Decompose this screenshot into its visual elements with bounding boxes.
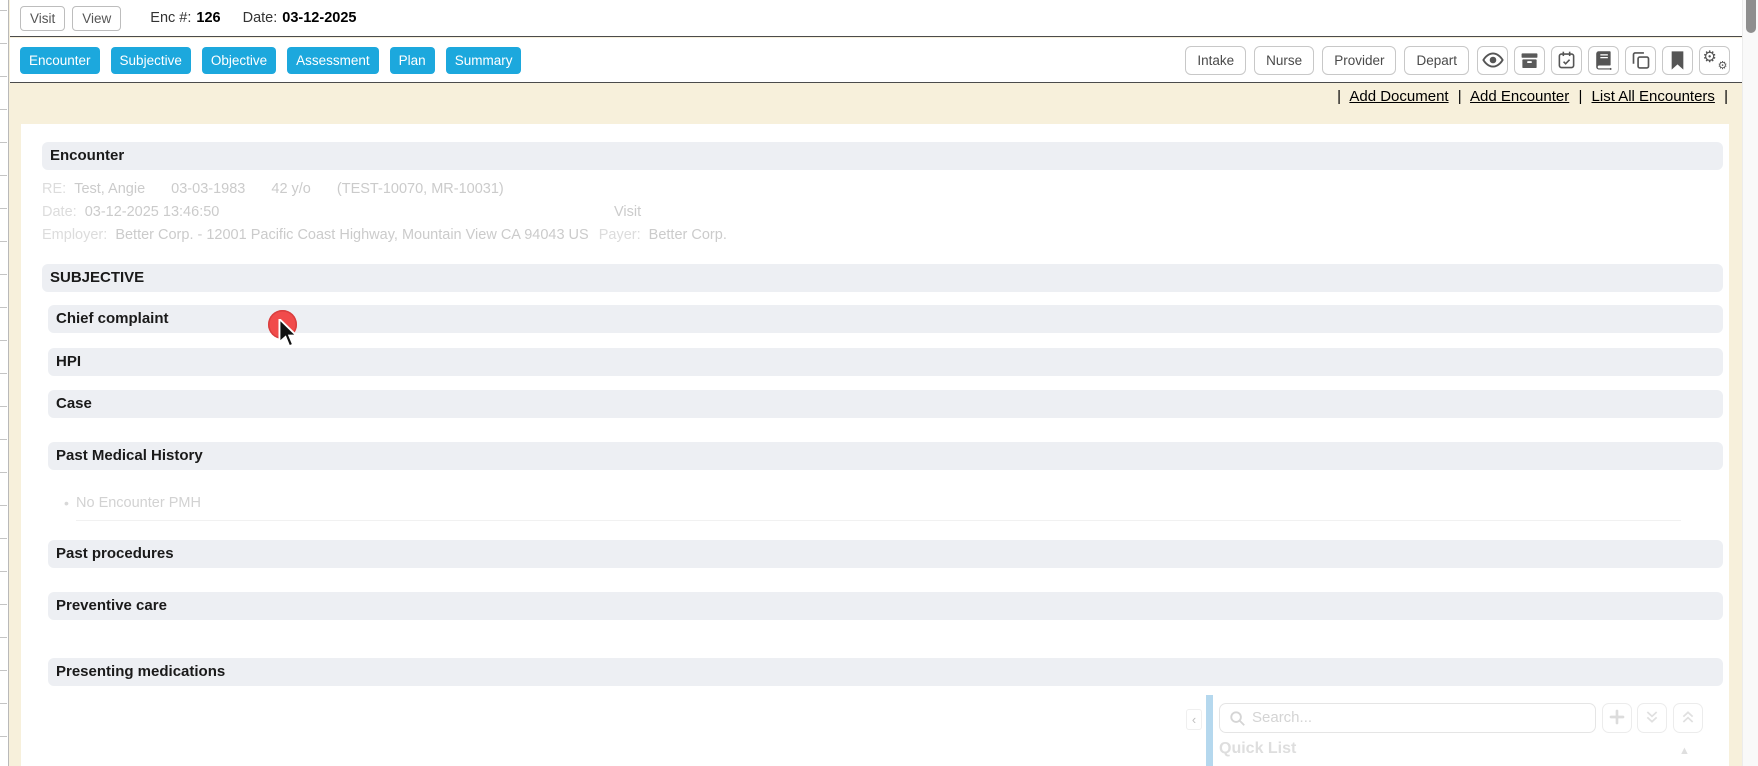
encounter-number: Enc #: 126	[150, 10, 220, 26]
link-separator: |	[1578, 88, 1582, 105]
section-presenting-medications[interactable]: Presenting medications	[48, 658, 1723, 686]
pmh-list-bullet: •	[64, 495, 69, 511]
pmh-list-item: No Encounter PMH	[76, 495, 201, 511]
section-subjective-header[interactable]: SUBJECTIVE	[42, 264, 1723, 292]
quick-list-search-box	[1219, 703, 1596, 733]
enc-number-label: Enc #:	[150, 10, 191, 26]
enc-date-label: Date:	[243, 10, 278, 26]
quick-list-collapse-all-button[interactable]	[1673, 703, 1703, 733]
quick-panel-collapse-button[interactable]: ‹	[1186, 709, 1202, 730]
link-separator: |	[1458, 88, 1462, 105]
quick-list-expand-all-button[interactable]	[1637, 703, 1667, 733]
patient-dob: 03-03-1983	[171, 181, 245, 197]
encounter-form-panel: Encounter RE: Test, Angie 03-03-1983 42 …	[21, 124, 1729, 766]
intake-button[interactable]: Intake	[1185, 46, 1246, 75]
nav-summary-button[interactable]: Summary	[446, 47, 522, 74]
section-preventive-care[interactable]: Preventive care	[48, 592, 1723, 620]
book-icon	[1594, 50, 1613, 70]
encounter-toolbar: Encounter Subjective Objective Assessmen…	[10, 38, 1742, 83]
angle-double-down-icon	[1644, 709, 1660, 728]
background-table-edge	[0, 0, 9, 766]
eye-icon	[1482, 51, 1504, 69]
section-past-procedures[interactable]: Past procedures	[48, 540, 1723, 568]
link-separator: |	[1724, 88, 1728, 105]
link-separator: |	[1337, 88, 1341, 105]
employer-payer-line: Employer: Better Corp. - 12001 Pacific C…	[42, 227, 727, 243]
re-label: RE:	[42, 181, 66, 197]
patient-ids: (TEST-10070, MR-10031)	[337, 181, 504, 197]
search-icon	[1229, 710, 1246, 732]
nurse-button[interactable]: Nurse	[1254, 46, 1314, 75]
add-encounter-link[interactable]: Add Encounter	[1470, 88, 1569, 105]
nav-objective-button[interactable]: Objective	[202, 47, 276, 74]
quick-list-caret-icon[interactable]: ▲	[1679, 745, 1690, 757]
page-scrollbar-track[interactable]	[1742, 0, 1758, 766]
payer-label: Payer:	[599, 227, 641, 243]
archive-icon	[1520, 51, 1539, 70]
visit-tab-button[interactable]: Visit	[20, 6, 65, 31]
mouse-cursor-icon	[278, 319, 300, 354]
quick-list-title: Quick List	[1219, 740, 1296, 758]
preview-button[interactable]	[1477, 46, 1508, 75]
nav-plan-button[interactable]: Plan	[390, 47, 435, 74]
employer-value: Better Corp. - 12001 Pacific Coast Highw…	[115, 227, 588, 243]
nav-subjective-button[interactable]: Subjective	[111, 47, 191, 74]
depart-button[interactable]: Depart	[1404, 46, 1469, 75]
visit-type-label: Visit	[614, 204, 641, 220]
plus-icon	[1609, 709, 1625, 728]
employer-label: Employer:	[42, 227, 107, 243]
encounter-date-line: Date: 03-12-2025 13:46:50	[42, 204, 219, 220]
patient-age: 42 y/o	[271, 181, 311, 197]
encounter-datetime: 03-12-2025 13:46:50	[85, 204, 220, 220]
date-label: Date:	[42, 204, 77, 220]
enc-date-value: 03-12-2025	[282, 10, 356, 26]
quick-panel-divider-bar[interactable]	[1206, 695, 1213, 766]
archive-button[interactable]	[1514, 46, 1545, 75]
copy-icon	[1631, 50, 1651, 70]
gears-icon: ⚙⚙	[1705, 50, 1725, 70]
section-case[interactable]: Case	[48, 390, 1723, 418]
list-all-encounters-link[interactable]: List All Encounters	[1592, 88, 1715, 105]
nav-encounter-button[interactable]: Encounter	[20, 47, 100, 74]
quick-list-add-button[interactable]	[1602, 703, 1632, 733]
calendar-check-icon	[1557, 50, 1576, 70]
settings-button[interactable]: ⚙⚙	[1699, 46, 1730, 75]
payer-value: Better Corp.	[649, 227, 727, 243]
pmh-divider	[76, 520, 1681, 521]
view-tab-button[interactable]: View	[72, 6, 121, 31]
bookmark-icon	[1670, 51, 1685, 70]
encounter-top-bar: Visit View Enc #: 126 Date:03-12-2025	[10, 0, 1742, 37]
quick-list-search-input[interactable]	[1252, 704, 1587, 731]
provider-button[interactable]: Provider	[1322, 46, 1396, 75]
patient-summary-line: RE: Test, Angie 03-03-1983 42 y/o (TEST-…	[42, 181, 504, 197]
nav-assessment-button[interactable]: Assessment	[287, 47, 379, 74]
calendar-button[interactable]	[1551, 46, 1582, 75]
toolbar-right-group: Intake Nurse Provider Depart	[1185, 46, 1730, 75]
documentation-button[interactable]	[1588, 46, 1619, 75]
bookmark-button[interactable]	[1662, 46, 1693, 75]
enc-number-value: 126	[196, 10, 220, 26]
section-past-medical-history[interactable]: Past Medical History	[48, 442, 1723, 470]
section-encounter-header[interactable]: Encounter	[42, 142, 1723, 170]
encounter-links-row: | Add Document | Add Encounter | List Al…	[1332, 88, 1733, 105]
angle-double-up-icon	[1680, 709, 1696, 728]
encounter-date: Date:03-12-2025	[243, 10, 357, 26]
page-scrollbar-thumb[interactable]	[1746, 0, 1756, 33]
copy-forward-button[interactable]	[1625, 46, 1656, 75]
soap-nav-group: Encounter Subjective Objective Assessmen…	[20, 47, 521, 74]
patient-name: Test, Angie	[74, 181, 145, 197]
add-document-link[interactable]: Add Document	[1349, 88, 1448, 105]
